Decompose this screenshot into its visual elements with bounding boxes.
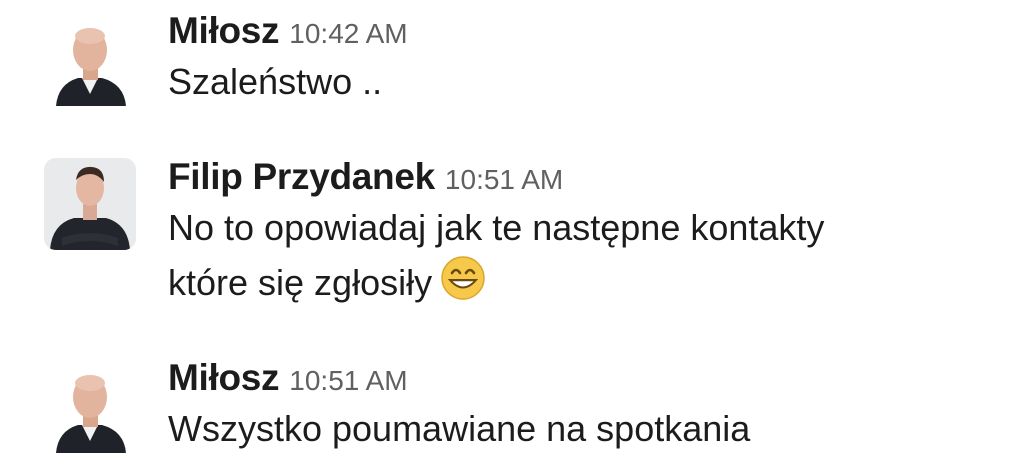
message-line: które się zgłosiły (168, 262, 433, 303)
grinning-face-with-smiling-eyes-icon (440, 255, 486, 301)
avatar[interactable] (44, 14, 136, 106)
user-avatar-image (44, 158, 136, 250)
sender-name[interactable]: Miłosz (168, 10, 280, 51)
timestamp[interactable]: 10:51 AM (445, 164, 563, 195)
timestamp[interactable]: 10:51 AM (289, 365, 407, 396)
avatar[interactable] (44, 158, 136, 250)
user-avatar-image (44, 361, 136, 453)
timestamp[interactable]: 10:42 AM (289, 18, 407, 49)
user-avatar-image (44, 14, 136, 106)
message-line: Szaleństwo .. (168, 61, 383, 102)
message-text: Wszystko poumawiane na spotkania (168, 401, 1004, 456)
sender-name[interactable]: Miłosz (168, 357, 280, 398)
sender-name[interactable]: Filip Przydanek (168, 156, 435, 197)
message-line: No to opowiadaj jak te następne kontakty (168, 207, 825, 248)
message-text: No to opowiadaj jak te następne kontakty… (168, 200, 1004, 310)
avatar[interactable] (44, 361, 136, 453)
message-line: Wszystko poumawiane na spotkania (168, 408, 751, 449)
message-text: Szaleństwo .. (168, 54, 1004, 109)
message-line-with-emoji: które się zgłosiły (168, 255, 1004, 310)
